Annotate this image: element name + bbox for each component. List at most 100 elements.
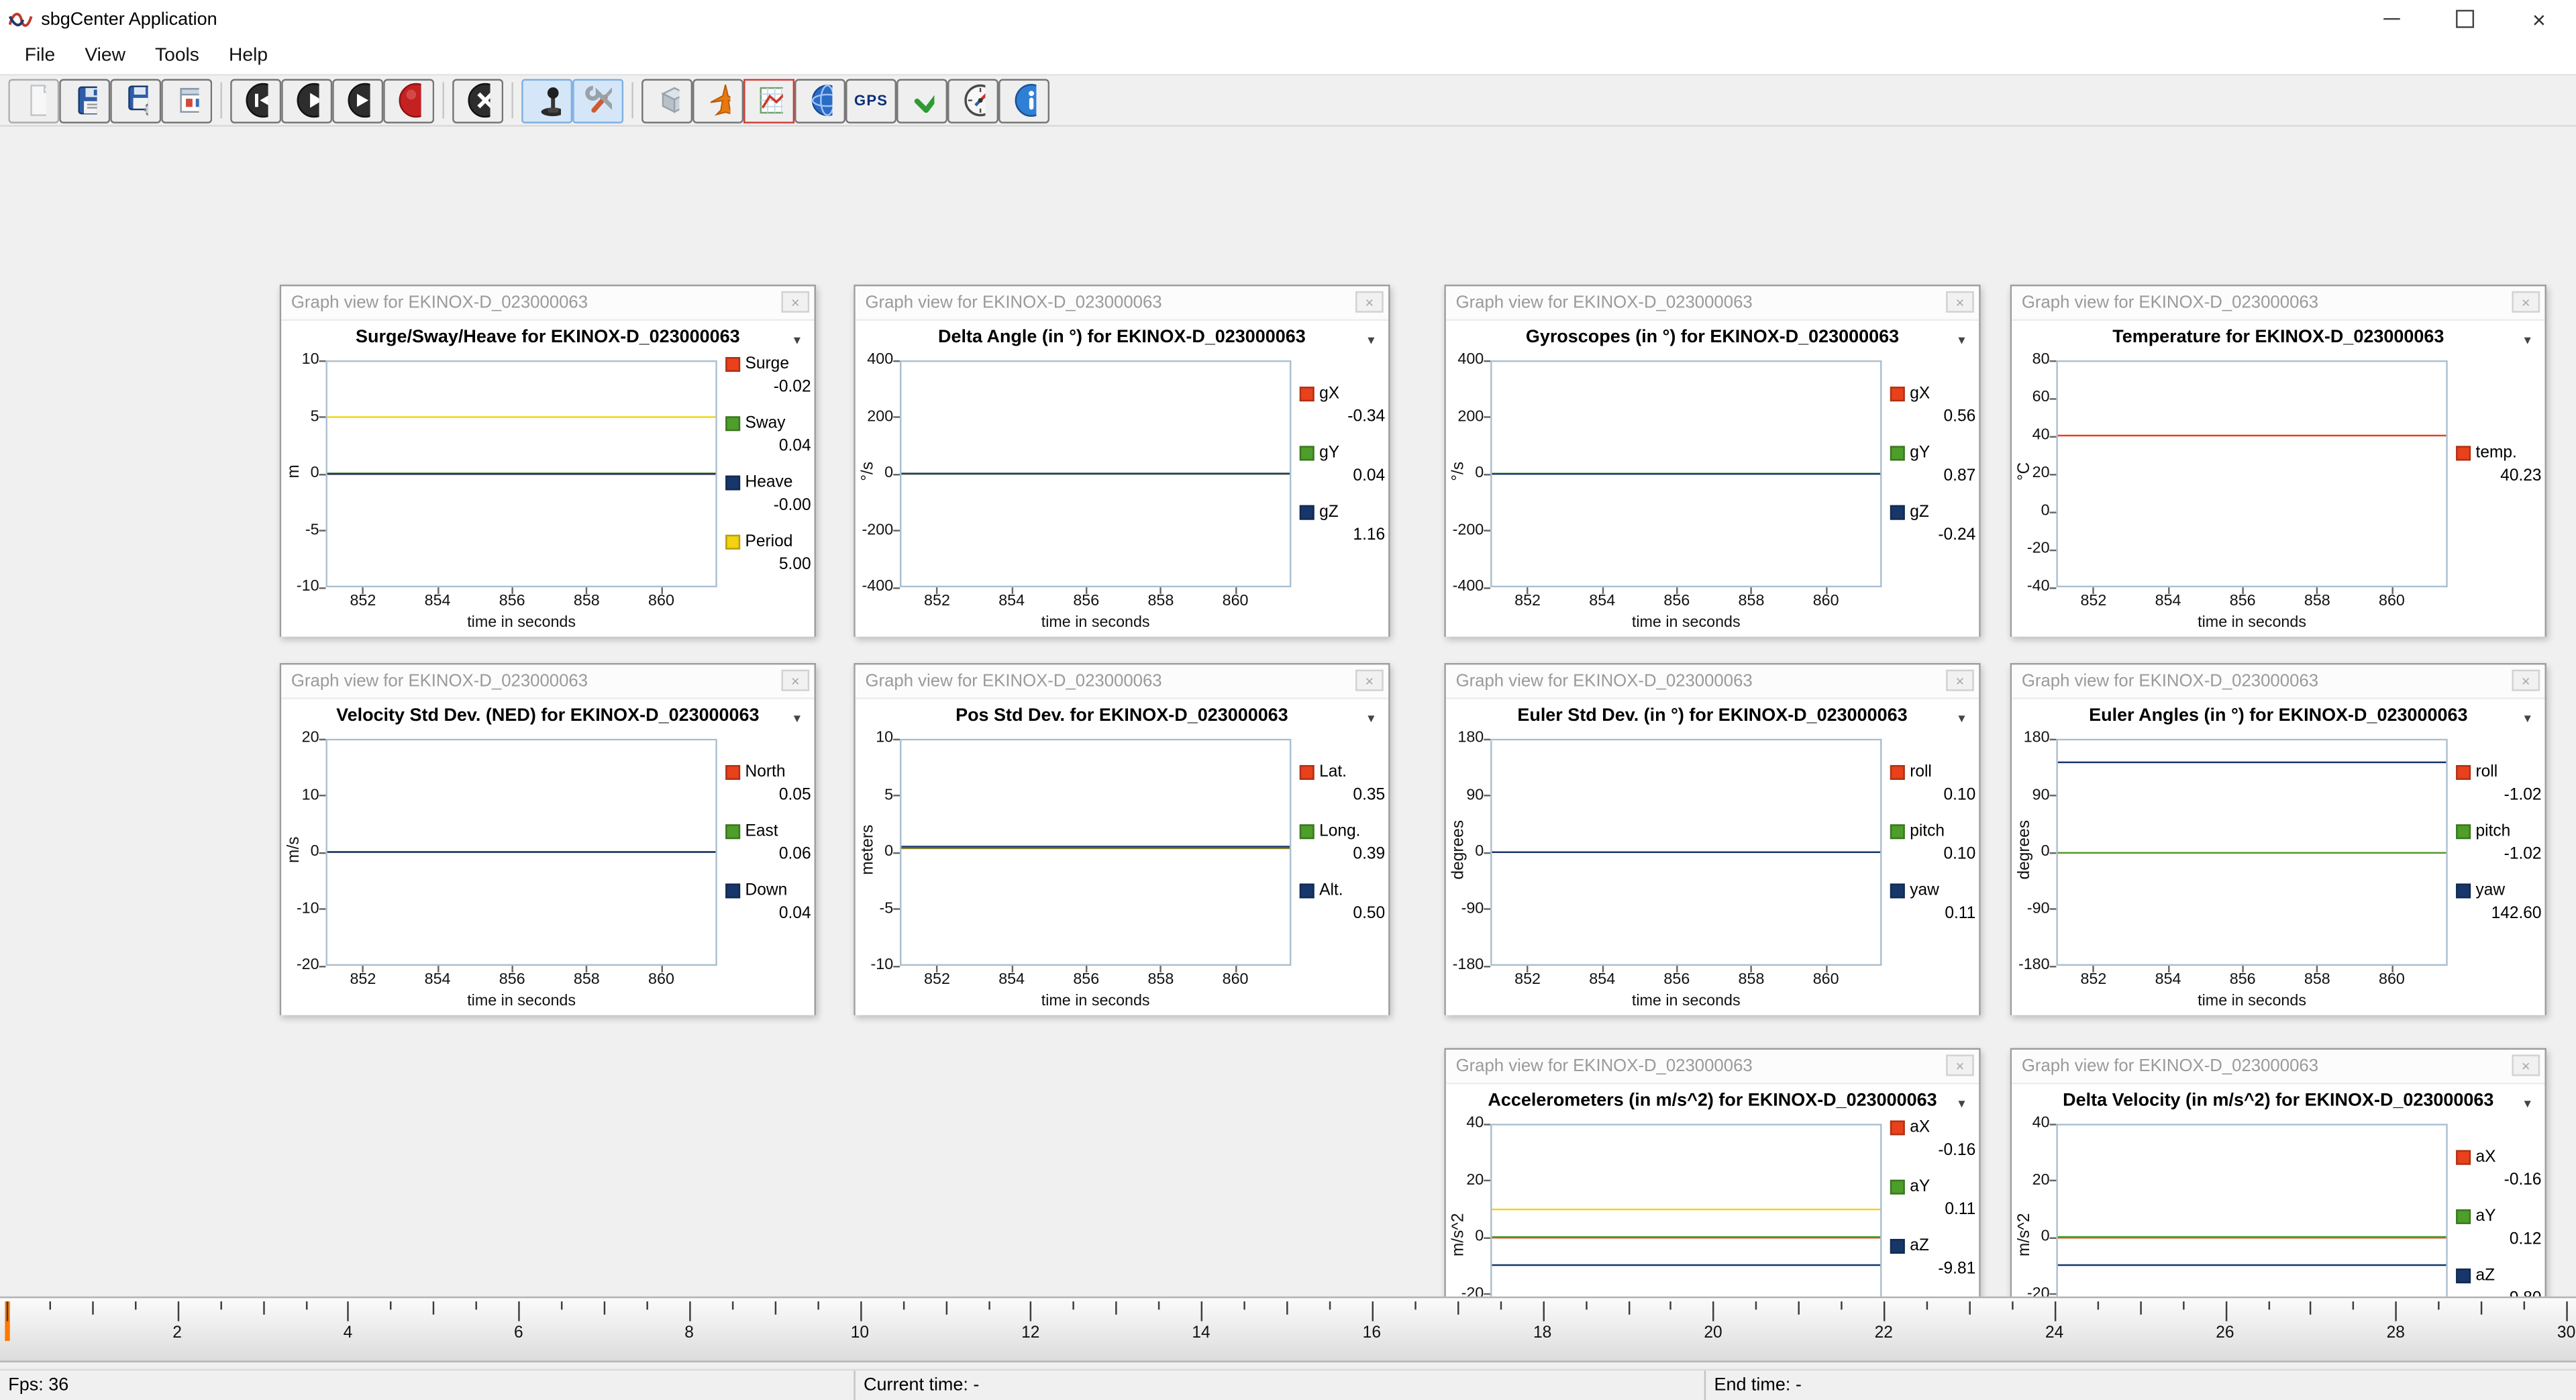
plot-area[interactable] bbox=[900, 739, 1291, 966]
timeline-minor-tick bbox=[646, 1301, 648, 1309]
legend-value: 0.05 bbox=[725, 787, 811, 805]
menu-tools[interactable]: Tools bbox=[140, 41, 214, 70]
chart-title: Euler Std Dev. (in °) for EKINOX-D_02300… bbox=[1446, 706, 1979, 726]
legend-swatch bbox=[2456, 446, 2471, 460]
about-button[interactable] bbox=[998, 78, 1049, 122]
menu-help[interactable]: Help bbox=[214, 41, 282, 70]
graph-window-titlebar[interactable]: Graph view for EKINOX-D_023000063× bbox=[856, 287, 1388, 321]
timeline-minor-tick bbox=[604, 1301, 605, 1315]
graph-window-titlebar[interactable]: Graph view for EKINOX-D_023000063× bbox=[2012, 664, 2544, 699]
chevron-down-icon[interactable]: ▼ bbox=[1366, 714, 1377, 726]
clock-button[interactable] bbox=[947, 78, 998, 122]
graph-window[interactable]: Graph view for EKINOX-D_023000063×Temper… bbox=[2010, 285, 2546, 637]
y-tick-label: -180 bbox=[2012, 956, 2049, 974]
y-tick-label: 40 bbox=[2012, 1114, 2049, 1132]
save-config-button[interactable] bbox=[110, 78, 161, 122]
graph-window[interactable]: Graph view for EKINOX-D_023000063×Surge/… bbox=[280, 285, 816, 637]
validate-button[interactable] bbox=[896, 78, 947, 122]
plot-area[interactable] bbox=[900, 360, 1291, 587]
chevron-down-icon[interactable]: ▼ bbox=[2522, 714, 2533, 726]
record-button[interactable] bbox=[383, 78, 434, 122]
plot-area[interactable] bbox=[1490, 1123, 1882, 1296]
plot-area[interactable] bbox=[1490, 360, 1882, 587]
menu-view[interactable]: View bbox=[70, 41, 140, 70]
chevron-down-icon[interactable]: ▼ bbox=[1956, 1099, 1967, 1111]
export-button[interactable] bbox=[161, 78, 212, 122]
chevron-down-icon[interactable]: ▼ bbox=[1956, 336, 1967, 347]
plot-area[interactable] bbox=[2056, 739, 2447, 966]
graph-window-titlebar[interactable]: Graph view for EKINOX-D_023000063× bbox=[281, 664, 814, 699]
gps-button[interactable]: GPS bbox=[845, 78, 896, 122]
3d-view-button[interactable] bbox=[641, 78, 692, 122]
plot-area[interactable] bbox=[325, 360, 717, 587]
close-icon[interactable]: × bbox=[2512, 670, 2540, 691]
chevron-down-icon[interactable]: ▼ bbox=[2522, 1099, 2533, 1111]
plot-area[interactable] bbox=[1490, 739, 1882, 966]
menu-file[interactable]: File bbox=[10, 41, 70, 70]
graph-window[interactable]: Graph view for EKINOX-D_023000063× Euler … bbox=[1444, 663, 1980, 1015]
plot-area[interactable] bbox=[2056, 1123, 2447, 1296]
graph-window-titlebar[interactable]: Graph view for EKINOX-D_023000063× bbox=[281, 287, 814, 321]
y-tick bbox=[1484, 416, 1490, 417]
legend-label: roll bbox=[2476, 763, 2498, 781]
stop-button[interactable] bbox=[452, 78, 503, 122]
chevron-down-icon[interactable]: ▼ bbox=[2522, 336, 2533, 347]
minimize-button[interactable] bbox=[2354, 0, 2428, 38]
joystick-button[interactable] bbox=[521, 78, 572, 122]
vehicle-view-button[interactable] bbox=[692, 78, 743, 122]
new-file-button[interactable] bbox=[8, 78, 59, 122]
timeline-tick-label: 6 bbox=[514, 1324, 523, 1342]
close-icon[interactable]: × bbox=[781, 291, 809, 313]
y-axis-unit-label: m/s^2 bbox=[1450, 1136, 1468, 1297]
chart-body: Euler Angles (in °) for EKINOX-D_0230000… bbox=[2012, 699, 2544, 1015]
y-tick-label: 0 bbox=[2012, 1228, 2049, 1246]
close-icon[interactable]: × bbox=[1946, 670, 1974, 691]
close-icon[interactable]: × bbox=[1946, 291, 1974, 313]
go-to-start-button[interactable] bbox=[230, 78, 281, 122]
graph-window-titlebar[interactable]: Graph view for EKINOX-D_023000063× bbox=[1446, 287, 1979, 321]
map-view-button[interactable] bbox=[794, 78, 845, 122]
graph-window-titlebar[interactable]: Graph view for EKINOX-D_023000063× bbox=[1446, 1050, 1979, 1084]
graph-window-titlebar[interactable]: Graph view for EKINOX-D_023000063× bbox=[2012, 1050, 2544, 1084]
graph-window[interactable]: Graph view for EKINOX-D_023000063×Veloci… bbox=[280, 663, 816, 1015]
go-to-end-button[interactable] bbox=[332, 78, 383, 122]
chevron-down-icon[interactable]: ▼ bbox=[1366, 336, 1377, 347]
chevron-down-icon[interactable]: ▼ bbox=[1956, 714, 1967, 726]
graph-window-titlebar[interactable]: Graph view for EKINOX-D_023000063× bbox=[1446, 664, 1979, 699]
close-button[interactable]: × bbox=[2502, 0, 2576, 38]
window-title: sbgCenter Application bbox=[41, 9, 217, 28]
close-icon[interactable]: × bbox=[781, 670, 809, 691]
graph-window-titlebar[interactable]: Graph view for EKINOX-D_023000063× bbox=[2012, 287, 2544, 321]
x-tick bbox=[2391, 587, 2392, 594]
chart-title: Accelerometers (in m/s^2) for EKINOX-D_0… bbox=[1446, 1091, 1979, 1110]
chart-title: Gyroscopes (in °) for EKINOX-D_023000063 bbox=[1446, 328, 1979, 347]
graph-window[interactable]: Graph view for EKINOX-D_023000063× Accele… bbox=[1444, 1048, 1980, 1297]
legend: Lat.0.35Long.0.39Alt.0.50 bbox=[1300, 763, 1385, 941]
graph-window[interactable]: Graph view for EKINOX-D_023000063× Gyrosc… bbox=[1444, 285, 1980, 637]
workspace: Graph view for EKINOX-D_023000063×Surge/… bbox=[0, 127, 2576, 1297]
legend-label: gY bbox=[1910, 444, 1930, 462]
maximize-button[interactable] bbox=[2428, 0, 2502, 38]
plot-area[interactable] bbox=[2056, 360, 2447, 587]
close-icon[interactable]: × bbox=[2512, 291, 2540, 313]
close-icon[interactable]: × bbox=[1355, 291, 1384, 313]
graph-window[interactable]: Graph view for EKINOX-D_023000063×Delta … bbox=[2010, 1048, 2546, 1297]
legend-label: Surge bbox=[745, 356, 789, 374]
legend-label: East bbox=[745, 823, 778, 841]
close-icon[interactable]: × bbox=[1355, 670, 1384, 691]
settings-tools-button[interactable] bbox=[572, 78, 623, 122]
graph-window[interactable]: Graph view for EKINOX-D_023000063×Delta … bbox=[854, 285, 1390, 637]
x-tick bbox=[1160, 966, 1162, 972]
chevron-down-icon[interactable]: ▼ bbox=[791, 336, 803, 347]
close-icon[interactable]: × bbox=[2512, 1054, 2540, 1076]
graph-window-titlebar[interactable]: Graph view for EKINOX-D_023000063× bbox=[856, 664, 1388, 699]
play-button[interactable] bbox=[281, 78, 332, 122]
graph-window[interactable]: Graph view for EKINOX-D_023000063×Euler … bbox=[2010, 663, 2546, 1015]
timeline-scrubber[interactable]: 24681012141618202224262830 bbox=[0, 1297, 2576, 1362]
chevron-down-icon[interactable]: ▼ bbox=[791, 714, 803, 726]
plot-area[interactable] bbox=[325, 739, 717, 966]
graph-window[interactable]: Graph view for EKINOX-D_023000063×Pos St… bbox=[854, 663, 1390, 1015]
close-icon[interactable]: × bbox=[1946, 1054, 1974, 1076]
graph-view-button[interactable] bbox=[743, 78, 794, 122]
save-button[interactable] bbox=[59, 78, 110, 122]
